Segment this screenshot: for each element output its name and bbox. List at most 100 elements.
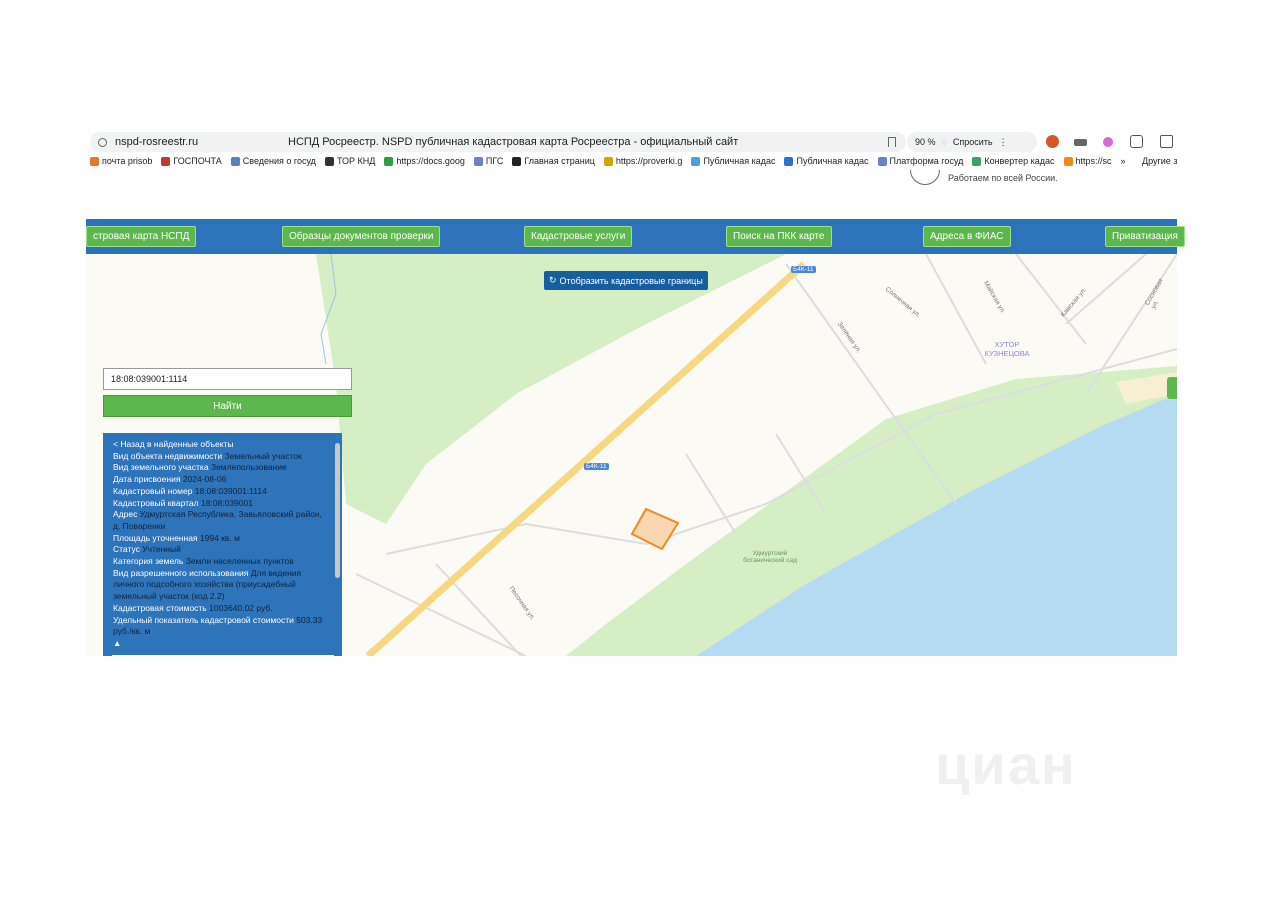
object-info-panel: < Назад в найденные объекты Вид объекта … — [103, 433, 342, 656]
info-label: Вид земельного участка — [113, 462, 209, 473]
info-row: Кадастровый квартал 18:08:039001 — [113, 498, 328, 510]
bookmark-favicon-icon — [784, 156, 794, 166]
info-row: Адрес Удмуртская Республика, Завьяловски… — [113, 509, 328, 532]
bookmark-icon[interactable] — [888, 137, 896, 147]
bookmark-item[interactable]: Конвертер кадас — [972, 156, 1055, 166]
extension-icon[interactable] — [1074, 139, 1087, 146]
info-value: Землепользование — [210, 462, 287, 473]
botanical-garden-label: Удмуртский ботанический сад — [743, 550, 797, 564]
village-label: ХУТОР КУЗНЕЦОВА — [984, 340, 1030, 358]
bookmark-item[interactable]: Главная страниц — [512, 156, 595, 166]
nav-fias-addresses[interactable]: Адреса в ФИАС — [923, 226, 1011, 247]
info-row: Площадь уточненная 1994 кв. м — [113, 533, 328, 545]
info-label: Кадастровый квартал — [113, 497, 199, 508]
back-to-results-link[interactable]: < Назад в найденные объекты — [113, 439, 328, 451]
info-label: Статус — [113, 544, 140, 555]
bookmark-label: ТОР КНД — [336, 156, 376, 166]
info-value: Земли населенных пунктов — [185, 556, 294, 567]
bookmark-favicon-icon — [384, 156, 394, 166]
info-value: 18:08:039001 — [200, 497, 253, 508]
info-label: Удельный показатель кадастровой стоимост… — [113, 614, 294, 625]
browser-tools: 90 % ◌ Спросить ⋮ — [907, 132, 1037, 152]
info-value: Учтенный — [142, 544, 181, 555]
bounds-button-label: Отобразить кадастровые границы — [559, 275, 703, 286]
info-label: Категория земель — [113, 556, 184, 567]
bookmarks-bar: почта prisob ГОСПОЧТА Сведения о госуд ТОР … — [90, 156, 1280, 166]
other-bookmarks[interactable]: Другие з — [1142, 156, 1177, 166]
bookmark-label: почта prisob — [102, 156, 153, 166]
info-label: Адрес — [113, 509, 138, 520]
info-value: 2024-08-06 — [182, 474, 227, 485]
refresh-icon: ↻ — [549, 275, 557, 285]
bookmark-label: Главная страниц — [524, 156, 595, 166]
road-badge: Б4К-11 — [584, 463, 609, 470]
bookmark-item[interactable]: ГОСПОЧТА — [161, 156, 222, 166]
nav-privatization[interactable]: Приватизация — [1105, 226, 1185, 247]
info-row: Кадастровый номер 18:08:039001:1114 — [113, 486, 328, 498]
bookmark-favicon-icon — [324, 156, 334, 166]
site-info-icon[interactable] — [98, 137, 107, 147]
bookmark-item[interactable]: ТОР КНД — [324, 156, 376, 166]
nav-document-samples[interactable]: Образцы документов проверки — [282, 226, 441, 247]
panel-scrollbar[interactable] — [335, 443, 340, 578]
bookmark-label: Платформа госуд — [889, 156, 964, 166]
road-badge: Б4К-11 — [791, 266, 816, 273]
side-tool-button[interactable] — [1167, 377, 1177, 399]
bookmark-item[interactable]: почта prisob — [90, 156, 152, 166]
bookmark-favicon-icon — [161, 156, 171, 166]
bookmark-favicon-icon — [473, 156, 483, 166]
info-row: Дата присвоения 2024-08-06 — [113, 474, 328, 486]
bookmark-item[interactable]: https://sc — [1063, 156, 1112, 166]
bookmark-item[interactable]: https://docs.goog — [384, 156, 465, 166]
bookmark-favicon-icon — [877, 156, 887, 166]
info-row: Вид земельного участка Землепользование — [113, 462, 328, 474]
ask-icon: ◌ — [941, 137, 947, 147]
show-cadastral-bounds-button[interactable]: ↻ Отобразить кадастровые границы — [544, 271, 708, 290]
extension-icon[interactable] — [1046, 135, 1059, 148]
info-value: Удмуртская Республика, Завьяловский райо… — [113, 509, 322, 531]
collapse-triangle[interactable]: ▲ — [113, 638, 328, 650]
info-label: Площадь уточненная — [113, 532, 198, 543]
bookmark-item[interactable]: Публичная кадас — [784, 156, 869, 166]
bookmark-item[interactable]: ПГС — [473, 156, 504, 166]
info-row: Категория земель Земли населенных пункто… — [113, 556, 328, 568]
url-text[interactable]: nspd-rosreestr.ru — [115, 136, 198, 148]
find-button[interactable]: Найти — [103, 395, 352, 417]
bookmark-favicon-icon — [512, 156, 522, 166]
info-value: 1003640.02 руб. — [209, 602, 273, 613]
bookmark-favicon-icon — [603, 156, 613, 166]
info-row: Вид разрешенного использования Для веден… — [113, 568, 328, 603]
extensions-puzzle-icon[interactable] — [1130, 135, 1143, 148]
extension-icon[interactable] — [1103, 137, 1113, 147]
cadastral-search-input[interactable]: 18:08:039001:1114 — [103, 368, 352, 390]
info-label: Кадастровая стоимость — [113, 602, 207, 613]
bookmark-label: Публичная кадас — [796, 156, 869, 166]
info-label: Дата присвоения — [113, 474, 181, 485]
bookmark-item[interactable]: Публичная кадас — [691, 156, 775, 166]
nav-cadastral-map[interactable]: стровая карта НСПД — [86, 226, 197, 247]
ask-button[interactable]: Спросить — [953, 137, 993, 147]
bookmark-label: ПГС — [485, 156, 504, 166]
info-row: Статус Учтенный — [113, 544, 328, 556]
panel-blank-field — [112, 655, 334, 656]
info-row: Удельный показатель кадастровой стоимост… — [113, 615, 328, 638]
bookmark-item[interactable]: Платформа госуд — [877, 156, 964, 166]
bookmark-label: Конвертер кадас — [984, 156, 1055, 166]
bookmark-item[interactable]: https://proverki.g — [603, 156, 682, 166]
bookmark-favicon-icon — [1063, 156, 1073, 166]
zoom-level[interactable]: 90 % — [915, 137, 936, 147]
address-bar[interactable]: nspd-rosreestr.ru НСПД Росреестр. NSPD п… — [90, 132, 906, 152]
nav-cadastral-services[interactable]: Кадастровые услуги — [524, 226, 633, 247]
sidebar-icon[interactable] — [1160, 135, 1173, 148]
bookmark-favicon-icon — [230, 156, 240, 166]
bookmark-label: ГОСПОЧТА — [173, 156, 222, 166]
bookmark-favicon-icon — [90, 156, 99, 166]
map-view[interactable]: Б4К-11 Б4К-11 ХУТОР КУЗНЕЦОВА Удмуртский… — [86, 254, 1177, 656]
forest-area — [316, 254, 786, 524]
bookmark-item[interactable]: Сведения о госуд — [230, 156, 316, 166]
info-label: Кадастровый номер — [113, 485, 193, 496]
more-bookmarks-button[interactable]: » — [1121, 156, 1126, 166]
menu-icon[interactable]: ⋮ — [999, 137, 1008, 148]
nav-pkk-search[interactable]: Поиск на ПКК карте — [726, 226, 832, 247]
cian-watermark: циан — [935, 732, 1077, 797]
